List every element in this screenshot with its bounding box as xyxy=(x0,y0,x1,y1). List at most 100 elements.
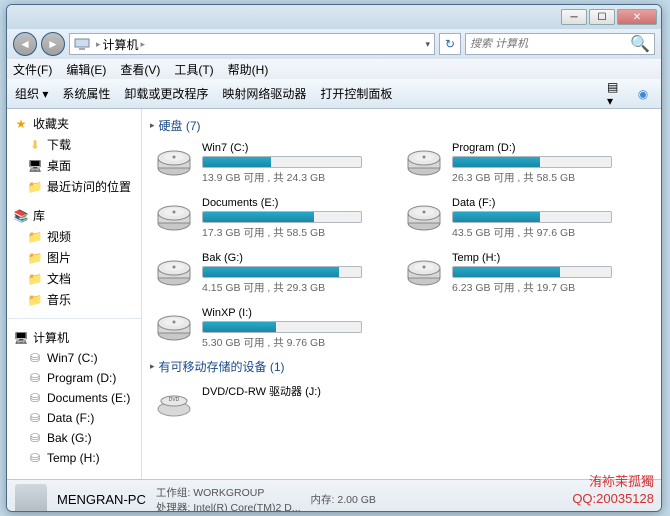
hdd-icon xyxy=(404,197,444,237)
toolbar: 组织 ▾ 系统属性 卸载或更改程序 映射网络驱动器 打开控制面板 ▤ ▾ ◉ xyxy=(7,79,661,109)
drive-item[interactable]: Bak (G:)4.15 GB 可用 , 共 29.3 GB xyxy=(150,248,380,299)
menu-file[interactable]: 文件(F) xyxy=(13,61,52,78)
sidebar-pictures[interactable]: 📁图片 xyxy=(7,247,141,268)
recent-icon: 📁 xyxy=(27,179,43,195)
search-input[interactable] xyxy=(470,38,630,50)
maximize-button[interactable]: ☐ xyxy=(589,9,615,25)
back-button[interactable]: ◄ xyxy=(13,32,37,56)
hdd-icon xyxy=(404,252,444,292)
search-box[interactable]: 🔍 xyxy=(465,33,655,55)
menu-tools[interactable]: 工具(T) xyxy=(174,61,213,78)
sidebar-music[interactable]: 📁音乐 xyxy=(7,289,141,310)
forward-button[interactable]: ► xyxy=(41,32,65,56)
map-drive-button[interactable]: 映射网络驱动器 xyxy=(222,85,306,102)
sidebar-drive-e[interactable]: ⛁Documents (E:) xyxy=(7,388,141,408)
drive-icon: ⛁ xyxy=(27,430,43,446)
picture-icon: 📁 xyxy=(27,250,43,266)
content-area: ★收藏夹 ⬇下载 🖥桌面 📁最近访问的位置 📚库 📁视频 📁图片 📁文档 📁音乐… xyxy=(7,109,661,479)
menu-view[interactable]: 查看(V) xyxy=(120,61,160,78)
minimize-button[interactable]: ─ xyxy=(561,9,587,25)
address-bar: ◄ ► ▸ 计算机 ▸ ▾ ↻ 🔍 xyxy=(7,29,661,59)
capacity-text: 13.9 GB 可用 , 共 24.3 GB xyxy=(202,170,376,185)
control-panel-button[interactable]: 打开控制面板 xyxy=(320,85,392,102)
breadcrumb[interactable]: ▸ 计算机 ▸ ▾ xyxy=(69,33,435,55)
removable-section-header[interactable]: ▸有可移动存储的设备 (1) xyxy=(150,354,653,379)
drive-icon: ⛁ xyxy=(27,370,43,386)
sidebar-drive-f[interactable]: ⛁Data (F:) xyxy=(7,408,141,428)
capacity-bar xyxy=(452,266,612,278)
hdd-icon xyxy=(154,142,194,182)
menu-bar: 文件(F) 编辑(E) 查看(V) 工具(T) 帮助(H) xyxy=(7,59,661,79)
sidebar-drive-d[interactable]: ⛁Program (D:) xyxy=(7,368,141,388)
sidebar-recent[interactable]: 📁最近访问的位置 xyxy=(7,176,141,197)
drive-icon: ⛁ xyxy=(27,450,43,466)
sidebar-drive-h[interactable]: ⛁Temp (H:) xyxy=(7,448,141,468)
capacity-text: 43.5 GB 可用 , 共 97.6 GB xyxy=(452,225,626,240)
computer-large-icon xyxy=(15,484,47,513)
sidebar-drive-g[interactable]: ⛁Bak (G:) xyxy=(7,428,141,448)
sidebar-documents[interactable]: 📁文档 xyxy=(7,268,141,289)
help-icon[interactable]: ◉ xyxy=(633,84,653,104)
libraries-header[interactable]: 📚库 xyxy=(7,205,141,226)
capacity-bar xyxy=(452,156,612,168)
drive-name: Win7 (C:) xyxy=(202,142,376,154)
hdd-section-header[interactable]: ▸硬盘 (7) xyxy=(150,113,653,138)
capacity-text: 6.23 GB 可用 , 共 19.7 GB xyxy=(452,280,626,295)
chevron-down-icon: ▸ xyxy=(150,120,155,131)
capacity-bar xyxy=(202,211,362,223)
capacity-text: 26.3 GB 可用 , 共 58.5 GB xyxy=(452,170,626,185)
drive-name: Temp (H:) xyxy=(452,252,626,264)
capacity-bar xyxy=(202,156,362,168)
drive-icon: ⛁ xyxy=(27,410,43,426)
breadcrumb-computer[interactable]: 计算机 xyxy=(103,36,139,53)
sidebar-downloads[interactable]: ⬇下载 xyxy=(7,134,141,155)
sidebar-desktop[interactable]: 🖥桌面 xyxy=(7,155,141,176)
drive-item[interactable]: Win7 (C:) 13.9 GB 可用 , 共 24.3 GB xyxy=(150,138,380,189)
title-bar: ─ ☐ ✕ xyxy=(7,5,661,29)
search-icon: 🔍 xyxy=(630,34,650,54)
drive-name: WinXP (I:) xyxy=(202,307,376,319)
chevron-down-icon: ▸ xyxy=(150,361,155,372)
watermark: 洧袮茉孤獨 QQ:20035128 xyxy=(572,474,654,508)
hdd-icon xyxy=(404,142,444,182)
view-options-icon[interactable]: ▤ ▾ xyxy=(607,84,627,104)
organize-button[interactable]: 组织 ▾ xyxy=(15,85,48,102)
drive-item[interactable]: Program (D:) 26.3 GB 可用 , 共 58.5 GB xyxy=(400,138,630,189)
drive-name: Documents (E:) xyxy=(202,197,376,209)
video-icon: 📁 xyxy=(27,229,43,245)
drive-name: Bak (G:) xyxy=(202,252,376,264)
navigation-pane: ★收藏夹 ⬇下载 🖥桌面 📁最近访问的位置 📚库 📁视频 📁图片 📁文档 📁音乐… xyxy=(7,109,142,479)
drive-name: Data (F:) xyxy=(452,197,626,209)
uninstall-button[interactable]: 卸载或更改程序 xyxy=(124,85,208,102)
refresh-button[interactable]: ↻ xyxy=(439,33,461,55)
drive-item[interactable]: Temp (H:) 6.23 GB 可用 , 共 19.7 GB xyxy=(400,248,630,299)
sidebar-videos[interactable]: 📁视频 xyxy=(7,226,141,247)
capacity-text: 5.30 GB 可用 , 共 9.76 GB xyxy=(202,335,376,350)
computer-icon: 🖥 xyxy=(13,330,29,346)
chevron-right-icon: ▸ xyxy=(96,39,101,50)
drive-item[interactable]: Data (F:) 43.5 GB 可用 , 共 97.6 GB xyxy=(400,193,630,244)
menu-edit[interactable]: 编辑(E) xyxy=(66,61,106,78)
dvd-label: DVD/CD-RW 驱动器 (J:) xyxy=(202,383,376,399)
computer-header[interactable]: 🖥计算机 xyxy=(7,327,141,348)
library-icon: 📚 xyxy=(13,208,29,224)
drive-item[interactable]: WinXP (I:) 5.30 GB 可用 , 共 9.76 GB xyxy=(150,303,380,354)
drive-item[interactable]: Documents (E:)17.3 GB 可用 , 共 58.5 GB xyxy=(150,193,380,244)
computer-icon xyxy=(74,36,90,52)
menu-help[interactable]: 帮助(H) xyxy=(228,61,269,78)
status-bar: MENGRAN-PC 工作组: WORKGROUP 处理器: Intel(R) … xyxy=(7,479,661,512)
system-properties-button[interactable]: 系统属性 xyxy=(62,85,110,102)
dvd-drive[interactable]: DVD DVD/CD-RW 驱动器 (J:) xyxy=(150,379,380,427)
drive-icon: ⛁ xyxy=(27,390,43,406)
desktop-icon: 🖥 xyxy=(27,158,43,174)
drive-name: Program (D:) xyxy=(452,142,626,154)
main-pane: ▸硬盘 (7) Win7 (C:) 13.9 GB 可用 , 共 24.3 GB P… xyxy=(142,109,661,479)
close-button[interactable]: ✕ xyxy=(617,9,657,25)
drive-icon: ⛁ xyxy=(27,350,43,366)
favorites-header[interactable]: ★收藏夹 xyxy=(7,113,141,134)
drives-list: Win7 (C:) 13.9 GB 可用 , 共 24.3 GB Program (… xyxy=(150,138,653,354)
chevron-down-icon[interactable]: ▾ xyxy=(425,39,430,50)
music-icon: 📁 xyxy=(27,292,43,308)
hdd-icon xyxy=(154,252,194,292)
sidebar-drive-c[interactable]: ⛁Win7 (C:) xyxy=(7,348,141,368)
